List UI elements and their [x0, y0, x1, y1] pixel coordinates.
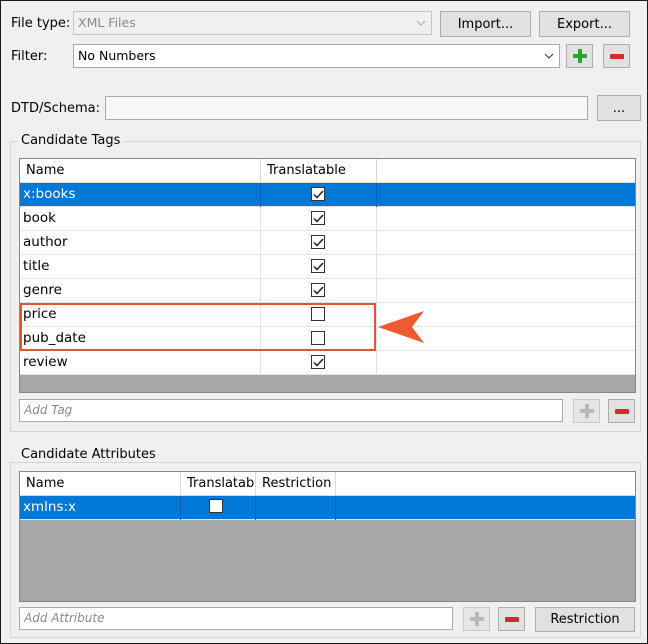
pointer-arrow-icon	[378, 311, 424, 343]
add-attribute-button[interactable]	[463, 607, 490, 631]
add-filter-button[interactable]	[566, 44, 593, 68]
translatable-cell	[261, 231, 377, 255]
translatable-cell	[261, 327, 377, 351]
checkbox-checked[interactable]	[311, 235, 325, 249]
table-row[interactable]: price	[20, 303, 635, 327]
import-button[interactable]: Import...	[440, 11, 531, 37]
column-header-translatable[interactable]: Translatable	[181, 472, 256, 496]
checkbox-unchecked[interactable]	[311, 307, 325, 321]
add-attribute-placeholder: Add Attribute	[24, 611, 105, 625]
plus-icon	[579, 404, 594, 418]
add-tag-placeholder: Add Tag	[24, 403, 73, 417]
table-row[interactable]: xmlns:x	[20, 496, 635, 520]
chevron-down-icon	[543, 45, 555, 67]
translatable-cell	[181, 496, 256, 520]
file-type-value: XML Files	[78, 15, 136, 30]
translatable-cell	[261, 255, 377, 279]
tag-name-cell: title	[20, 255, 261, 279]
add-attribute-input[interactable]: Add Attribute	[19, 607, 453, 630]
column-header-translatable[interactable]: Translatable	[261, 159, 377, 183]
checkbox-checked[interactable]	[311, 259, 325, 273]
tag-name-cell: price	[20, 303, 261, 327]
translatable-cell	[261, 183, 377, 207]
table-row[interactable]: author	[20, 231, 635, 255]
table-row[interactable]: review	[20, 351, 635, 375]
filter-label: Filter:	[11, 49, 48, 64]
checkbox-checked[interactable]	[311, 283, 325, 297]
minus-icon	[614, 408, 629, 414]
file-type-label: File type:	[11, 16, 71, 31]
candidate-tags-table[interactable]: Name Translatable x:books book author title…	[19, 158, 636, 393]
tag-name-cell: review	[20, 351, 261, 375]
translatable-cell	[261, 351, 377, 375]
column-header-name[interactable]: Name	[20, 472, 181, 496]
export-button[interactable]: Export...	[539, 11, 630, 37]
table-header: Name Translatable	[20, 159, 635, 183]
table-row[interactable]: genre	[20, 279, 635, 303]
translatable-cell	[261, 279, 377, 303]
filter-value: No Numbers	[78, 48, 156, 63]
minus-icon	[504, 616, 519, 622]
translatable-cell	[261, 303, 377, 327]
add-tag-button[interactable]	[573, 399, 600, 423]
tag-name-cell: author	[20, 231, 261, 255]
candidate-attributes-table[interactable]: Name Translatable Restriction xmlns:x	[19, 471, 636, 602]
checkbox-unchecked[interactable]	[209, 499, 223, 513]
checkbox-checked[interactable]	[311, 355, 325, 369]
remove-filter-button[interactable]	[603, 44, 630, 68]
tag-name-cell: book	[20, 207, 261, 231]
file-type-dropdown[interactable]: XML Files	[73, 11, 432, 35]
restriction-button[interactable]: Restriction	[535, 607, 635, 632]
restriction-cell	[256, 496, 336, 520]
table-row[interactable]: x:books	[20, 183, 635, 207]
plus-icon	[469, 612, 484, 626]
tag-name-cell: genre	[20, 279, 261, 303]
candidate-attributes-title: Candidate Attributes	[18, 447, 159, 462]
add-tag-input[interactable]: Add Tag	[19, 399, 563, 422]
checkbox-checked[interactable]	[311, 187, 325, 201]
filter-dropdown[interactable]: No Numbers	[73, 44, 560, 68]
column-header-restriction[interactable]: Restriction	[256, 472, 336, 496]
table-row[interactable]: pub_date	[20, 327, 635, 351]
dtd-schema-label: DTD/Schema:	[11, 101, 100, 116]
checkbox-checked[interactable]	[311, 211, 325, 225]
table-row[interactable]: book	[20, 207, 635, 231]
candidate-tags-title: Candidate Tags	[18, 133, 124, 148]
attribute-name-cell: xmlns:x	[20, 496, 181, 520]
column-header-name[interactable]: Name	[20, 159, 261, 183]
translatable-cell	[261, 207, 377, 231]
tag-name-cell: pub_date	[20, 327, 261, 351]
remove-tag-button[interactable]	[608, 399, 635, 423]
table-row[interactable]: title	[20, 255, 635, 279]
remove-attribute-button[interactable]	[498, 607, 525, 631]
chevron-down-icon	[415, 12, 427, 34]
table-header: Name Translatable Restriction	[20, 472, 635, 496]
browse-button[interactable]: ...	[597, 95, 641, 121]
plus-icon	[572, 49, 587, 63]
dtd-schema-field[interactable]	[105, 96, 588, 120]
minus-icon	[609, 53, 624, 59]
tag-name-cell: x:books	[20, 183, 261, 207]
checkbox-unchecked[interactable]	[311, 331, 325, 345]
